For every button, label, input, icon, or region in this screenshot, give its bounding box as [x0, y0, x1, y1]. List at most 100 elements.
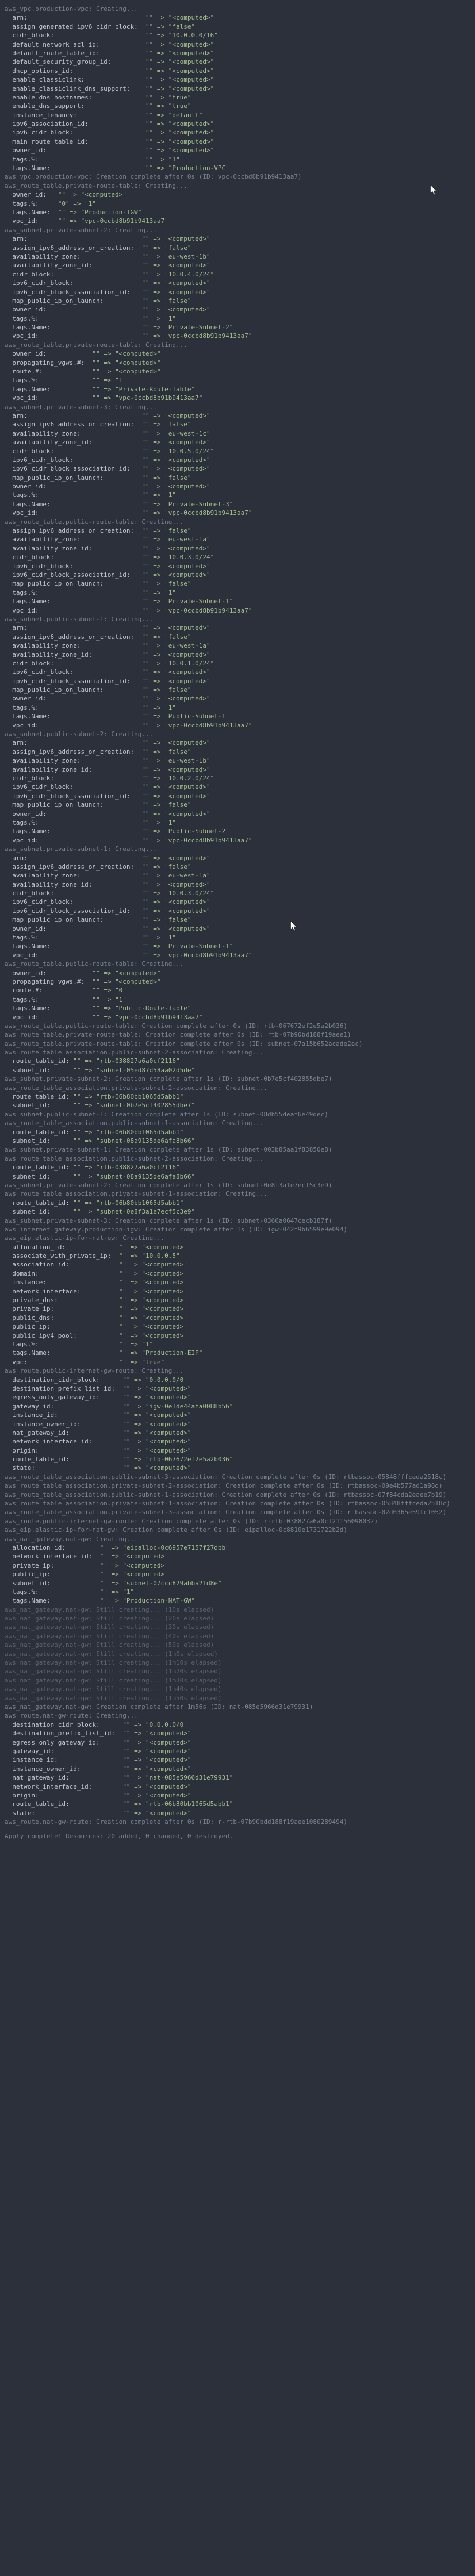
completion: aws_route_table_association.public-subne… — [5, 1491, 470, 1499]
completion: aws_route_table.private-route-table: Cre… — [5, 1030, 470, 1039]
resource-header: aws_route_table.public-route-table: Crea… — [5, 960, 470, 968]
attr: route.#: "" => "<computed>" — [5, 367, 470, 376]
attr: domain: "" => "<computed>" — [5, 1269, 470, 1278]
attr: owner_id: "" => "<computed>" — [5, 925, 470, 933]
attr: instance_owner_id: "" => "<computed>" — [5, 1765, 470, 1773]
attr: ipv6_cidr_block: "" => "<computed>" — [5, 562, 470, 571]
attr: owner_id: "" => "<computed>" — [5, 190, 470, 199]
attr: ipv6_cidr_block: "" => "<computed>" — [5, 898, 470, 906]
attr: origin: "" => "<computed>" — [5, 1791, 470, 1800]
attr: tags.Name: "" => "Public-Route-Table" — [5, 1004, 470, 1012]
completion: aws_subnet.private-subnet-3: Creation co… — [5, 1216, 470, 1225]
attr: ipv6_cidr_block: "" => "<computed>" — [5, 668, 470, 676]
attr: allocation_id: "" => "<computed>" — [5, 1243, 470, 1252]
completion: aws_route_table_association.private-subn… — [5, 1499, 470, 1508]
attr: map_public_ip_on_launch: "" => "false" — [5, 579, 470, 588]
attr: vpc: "" => "true" — [5, 1358, 470, 1366]
attr: ipv6_cidr_block_association_id: "" => "<… — [5, 907, 470, 915]
attr: instance_id: "" => "<computed>" — [5, 1755, 470, 1764]
attr: cidr_block: "" => "10.0.0.0/16" — [5, 31, 470, 40]
attr: network_interface: "" => "<computed>" — [5, 1287, 470, 1296]
attr: gateway_id: "" => "igw-0e3de44afa0088b56… — [5, 1402, 470, 1411]
completion: aws_subnet.private-subnet-2: Creation co… — [5, 1181, 470, 1189]
attr: route_table_id: "" => "rtb-06b80bb1065d5… — [5, 1092, 470, 1101]
attr: tags.Name: "" => "Private-Subnet-1" — [5, 597, 470, 606]
attr: associate_with_private_ip: "" => "10.0.0… — [5, 1252, 470, 1260]
completion: aws_route_table_association.public-subne… — [5, 1473, 470, 1481]
attr: nat_gateway_id: "" => "nat-085e5966d31e7… — [5, 1773, 470, 1782]
attr: owner_id: "" => "<computed>" — [5, 349, 470, 358]
progress: aws_nat_gateway.nat-gw: Still creating..… — [5, 1632, 470, 1641]
attr: propagating_vgws.#: "" => "<computed>" — [5, 359, 470, 367]
attr: instance_id: "" => "<computed>" — [5, 1411, 470, 1419]
progress: aws_nat_gateway.nat-gw: Still creating..… — [5, 1623, 470, 1631]
attr: network_interface_id: "" => "<computed>" — [5, 1782, 470, 1791]
attr: ipv6_cidr_block: "" => "<computed>" — [5, 128, 470, 137]
attr: vpc_id: "" => "vpc-0ccbd8b91b9413aa7" — [5, 509, 470, 517]
attr: gateway_id: "" => "<computed>" — [5, 1747, 470, 1755]
attr: subnet_id: "" => "subnet-05ed87d58aa02d5… — [5, 1066, 470, 1075]
attr: tags.%: "" => "1" — [5, 703, 470, 712]
attr: instance: "" => "<computed>" — [5, 1278, 470, 1287]
resource-header: aws_subnet.private-subnet-3: Creating... — [5, 403, 470, 411]
attr: vpc_id: "" => "vpc-0ccbd8b91b9413aa7" — [5, 332, 470, 340]
attr: origin: "" => "<computed>" — [5, 1446, 470, 1455]
resource-header: aws_eip.elastic-ip-for-nat-gw: Creating.… — [5, 1234, 470, 1242]
progress: aws_nat_gateway.nat-gw: Still creating..… — [5, 1667, 470, 1676]
resource-header: aws_route_table_association.private-subn… — [5, 1189, 470, 1198]
attr: route_table_id: "" => "rtb-038827a6a0cf2… — [5, 1163, 470, 1172]
attr: public_ip: "" => "<computed>" — [5, 1322, 470, 1331]
attr: availability_zone_id: "" => "<computed>" — [5, 765, 470, 774]
attr: subnet_id: "" => "subnet-08a9135de6afa8b… — [5, 1137, 470, 1145]
attr: tags.Name: "" => "Production-VPC" — [5, 164, 470, 172]
attr: tags.%: "" => "1" — [5, 376, 470, 384]
attr: map_public_ip_on_launch: "" => "false" — [5, 800, 470, 809]
attr: enable_classiclink: "" => "<computed>" — [5, 75, 470, 84]
attr: tags.%: "" => "1" — [5, 1588, 470, 1596]
attr: availability_zone_id: "" => "<computed>" — [5, 544, 470, 553]
attr: tags.%: "" => "1" — [5, 491, 470, 499]
attr: propagating_vgws.#: "" => "<computed>" — [5, 977, 470, 986]
attr: destination_cidr_block: "" => "0.0.0.0/0… — [5, 1720, 470, 1729]
attr: availability_zone: "" => "eu-west-1a" — [5, 641, 470, 650]
attr: map_public_ip_on_launch: "" => "false" — [5, 297, 470, 305]
attr: availability_zone: "" => "eu-west-1b" — [5, 252, 470, 261]
summary: Apply complete! Resources: 20 added, 0 c… — [5, 1832, 470, 1840]
attr: map_public_ip_on_launch: "" => "false" — [5, 686, 470, 694]
attr: default_network_acl_id: "" => "<computed… — [5, 40, 470, 49]
terminal-output[interactable]: aws_vpc.production-vpc: Creating... arn:… — [5, 5, 470, 1841]
attr: ipv6_cidr_block_association_id: "" => "<… — [5, 288, 470, 297]
resource-header: aws_subnet.private-subnet-1: Creating... — [5, 845, 470, 853]
attr: tags.Name: "" => "Public-Subnet-2" — [5, 827, 470, 835]
progress: aws_nat_gateway.nat-gw: Still creating..… — [5, 1676, 470, 1685]
attr: vpc_id: "" => "vpc-0ccbd8b91b9413aa7" — [5, 836, 470, 845]
attr: tags.Name: "" => "Private-Subnet-1" — [5, 942, 470, 950]
attr: ipv6_cidr_block_association_id: "" => "<… — [5, 677, 470, 686]
completion: aws_subnet.private-subnet-1: Creation co… — [5, 1145, 470, 1154]
attr: owner_id: "" => "<computed>" — [5, 305, 470, 314]
attr: instance_owner_id: "" => "<computed>" — [5, 1420, 470, 1428]
resource-header: aws_route_table.private-route-table: Cre… — [5, 341, 470, 349]
attr: default_security_group_id: "" => "<compu… — [5, 57, 470, 66]
attr: cidr_block: "" => "10.0.5.0/24" — [5, 447, 470, 456]
progress: aws_nat_gateway.nat-gw: Still creating..… — [5, 1694, 470, 1703]
attr: assign_generated_ipv6_cidr_block: "" => … — [5, 22, 470, 31]
attr: ipv6_cidr_block_association_id: "" => "<… — [5, 571, 470, 579]
attr: destination_prefix_list_id: "" => "<comp… — [5, 1729, 470, 1738]
attr: owner_id: "" => "<computed>" — [5, 694, 470, 703]
attr: tags.Name: "" => "Private-Subnet-3" — [5, 500, 470, 509]
attr: route_table_id: "" => "rtb-038827a6a0cf2… — [5, 1057, 470, 1065]
attr: assign_ipv6_address_on_creation: "" => "… — [5, 748, 470, 756]
attr: vpc_id: "" => "vpc-0ccbd8b91b9413aa7" — [5, 606, 470, 615]
progress: aws_nat_gateway.nat-gw: Still creating..… — [5, 1614, 470, 1623]
attr: owner_id: "" => "<computed>" — [5, 482, 470, 491]
attr: availability_zone_id: "" => "<computed>" — [5, 438, 470, 446]
attr: tags.%: "" => "1" — [5, 1340, 470, 1349]
attr: main_route_table_id: "" => "<computed>" — [5, 137, 470, 146]
attr: vpc_id: "" => "vpc-0ccbd8b91b9413aa7" — [5, 217, 470, 225]
attr: private_ip: "" => "<computed>" — [5, 1304, 470, 1313]
resource-header: aws_route_table_association.private-subn… — [5, 1084, 470, 1092]
attr: route_table_id: "" => "rtb-06b80bb1065d5… — [5, 1800, 470, 1808]
attr: assign_ipv6_address_on_creation: "" => "… — [5, 633, 470, 641]
attr: tags.%: "" => "1" — [5, 588, 470, 597]
